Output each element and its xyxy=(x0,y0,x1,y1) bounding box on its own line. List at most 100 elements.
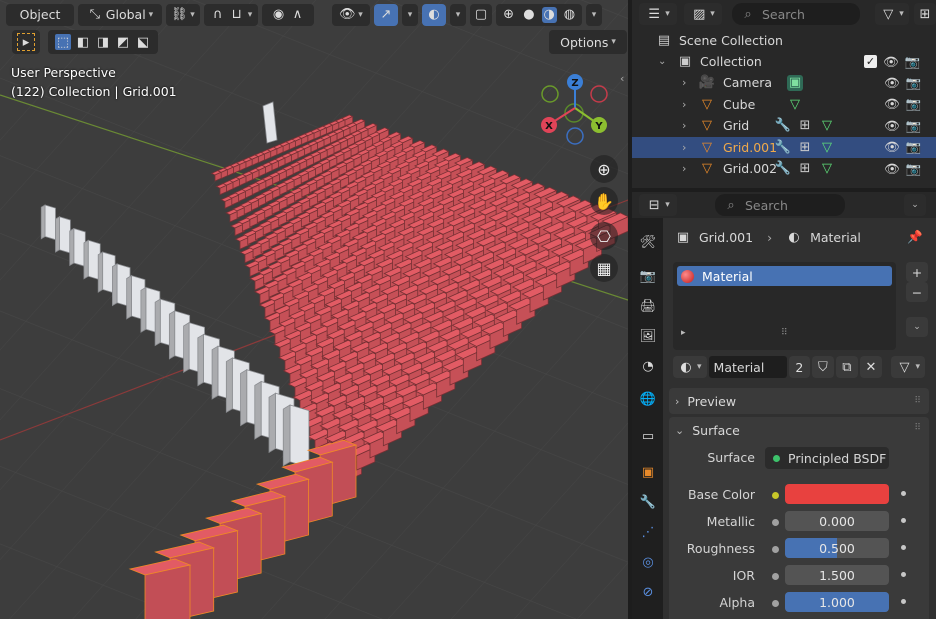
pin-icon[interactable]: 📌 xyxy=(907,229,923,245)
float-socket-icon[interactable] xyxy=(772,573,779,580)
rendered-icon[interactable]: ◍ xyxy=(562,7,577,23)
keyframe-dot-icon[interactable] xyxy=(901,545,906,550)
navigation-gizmo[interactable]: Z Y X xyxy=(538,70,618,150)
resize-handle-icon[interactable]: ⠿ xyxy=(781,328,788,338)
camera-render-icon[interactable]: 📷 xyxy=(906,139,922,155)
view-layer-tab-icon[interactable]: 🖼 xyxy=(637,325,659,347)
output-tab-icon[interactable]: 🖨 xyxy=(637,295,659,317)
eye-icon[interactable]: 👁 xyxy=(884,96,900,112)
drag-handle-icon[interactable]: ⠿ xyxy=(914,396,921,406)
select-subtract-icon[interactable]: ◨ xyxy=(95,34,111,50)
scene-tab-icon[interactable]: ◔ xyxy=(637,355,659,377)
eye-icon[interactable]: 👁 xyxy=(884,161,900,177)
select-extend-icon[interactable]: ◧ xyxy=(75,34,91,50)
material-name-field[interactable]: Material xyxy=(708,356,787,378)
mesh-data-icon[interactable]: ▽ xyxy=(819,139,835,155)
eye-icon[interactable]: 👁 xyxy=(883,54,899,70)
material-slots-list[interactable]: Material ▸ ⠿ xyxy=(673,262,896,350)
checkbox-icon[interactable]: ✓ xyxy=(864,55,877,68)
float-socket-icon[interactable] xyxy=(772,600,779,607)
expand-arrow-icon[interactable]: ▸ xyxy=(681,328,686,338)
eye-icon[interactable]: 👁 xyxy=(884,75,900,91)
pivot-dropdown[interactable]: ⛓ ▾ xyxy=(166,3,200,26)
add-slot-button[interactable]: + xyxy=(906,262,928,282)
preview-panel-header[interactable]: › Preview ⠿ xyxy=(669,388,929,414)
new-collection-button[interactable]: ⊞ xyxy=(914,3,936,25)
camera-render-icon[interactable]: 📷 xyxy=(906,96,922,112)
material-preview-icon[interactable]: ◑ xyxy=(541,6,557,23)
gizmo-dropdown[interactable]: ▾ xyxy=(402,3,418,26)
shading-modes[interactable]: ⊕ ● ◑ ◍ xyxy=(496,3,582,26)
snap-toggle[interactable]: ∩ ⊔ ▾ xyxy=(204,3,258,26)
outliner-row-object[interactable]: › ▽ Grid.002 🔧 ⊞ ▽ 👁 📷 xyxy=(632,158,936,179)
overlays-toggle[interactable]: ◐ xyxy=(422,3,446,26)
surface-panel-header[interactable]: ⌄ Surface xyxy=(675,417,740,443)
outliner-row-object[interactable]: › ▽ Grid.001 🔧 ⊞ ▽ 👁 📷 xyxy=(632,136,936,158)
chevron-right-icon[interactable]: › xyxy=(682,76,686,89)
chevron-right-icon[interactable]: › xyxy=(682,162,686,175)
chevron-right-icon[interactable]: › xyxy=(682,119,686,132)
keyframe-dot-icon[interactable] xyxy=(901,599,906,604)
camera-view-icon[interactable]: ⎔ xyxy=(590,222,618,250)
collapse-sidebar-icon[interactable]: ‹ xyxy=(620,72,624,85)
shading-dropdown[interactable]: ▾ xyxy=(586,3,602,26)
mode-selector[interactable]: Object xyxy=(6,3,74,26)
remove-slot-button[interactable]: − xyxy=(906,282,928,302)
properties-search-input[interactable]: ⌕ Search xyxy=(715,194,845,216)
float-socket-icon[interactable] xyxy=(772,519,779,526)
camera-render-icon[interactable]: 📷 xyxy=(906,161,922,177)
camera-render-icon[interactable]: 📷 xyxy=(906,118,922,134)
filter-dropdown[interactable]: ▽ ▾ xyxy=(875,3,909,25)
browse-material-button[interactable]: ◐ ▾ xyxy=(673,356,707,378)
select-new-icon[interactable]: ⬚ xyxy=(55,34,71,50)
camera-data-icon[interactable]: ▣ xyxy=(787,74,803,91)
solid-shading-icon[interactable]: ● xyxy=(521,7,536,23)
3d-viewport[interactable]: Object ⤡ Global ▾ ⛓ ▾ ∩ ⊔ ▾ ◉ ∧ 👁 ▾ ↗ ▾ ◐ ▾ ▢ ⊕… xyxy=(0,0,628,619)
keyframe-dot-icon[interactable] xyxy=(901,491,906,496)
modifier-wrench-icon[interactable]: 🔧 xyxy=(775,118,791,134)
particles-tab-icon[interactable]: ⋰ xyxy=(637,521,659,543)
outliner-row-object[interactable]: › ▽ Cube ▽ 👁 📷 xyxy=(632,94,936,115)
gizmo-toggle[interactable]: ↗ xyxy=(374,3,398,26)
hand-pan-icon[interactable]: ✋ xyxy=(590,187,618,215)
outliner-row-object[interactable]: › 🎥 Camera ▣ 👁 📷 xyxy=(632,72,936,93)
material-slot-item[interactable]: Material xyxy=(677,266,892,286)
options-dropdown[interactable]: Options ▾ xyxy=(549,30,627,54)
gizmo-neg-x[interactable] xyxy=(590,85,608,103)
eye-icon[interactable]: 👁 xyxy=(884,139,900,155)
metallic-field[interactable]: 0.000 xyxy=(785,511,889,531)
perspective-grid-icon[interactable]: ▦ xyxy=(590,254,618,282)
gizmo-neg-z[interactable] xyxy=(566,127,584,145)
wireframe-icon[interactable]: ⊕ xyxy=(501,7,516,23)
unlink-material-button[interactable]: ✕ xyxy=(859,356,882,378)
options-dropdown[interactable]: ⌄ xyxy=(904,194,926,216)
physics-tab-icon[interactable]: ◎ xyxy=(637,551,659,573)
link-mode-dropdown[interactable]: ▽ ▾ xyxy=(891,356,925,378)
gizmo-neg-y-2[interactable] xyxy=(541,85,559,103)
editor-type-dropdown[interactable]: ⊟ ▾ xyxy=(639,194,677,216)
surface-shader-selector[interactable]: Principled BSDF xyxy=(765,447,889,469)
keyframe-dot-icon[interactable] xyxy=(901,518,906,523)
outliner-row-object[interactable]: › ▽ Grid 🔧 ⊞ ▽ 👁 📷 xyxy=(632,115,936,136)
modifier-wrench-icon[interactable]: 🔧 xyxy=(775,161,791,177)
slot-specials-dropdown[interactable]: ⌄ xyxy=(906,317,928,337)
eye-icon[interactable]: 👁 xyxy=(884,118,900,134)
camera-render-icon[interactable]: 📷 xyxy=(905,54,921,70)
geometry-nodes-icon[interactable]: ⊞ xyxy=(797,161,813,177)
constraints-tab-icon[interactable]: ⊘ xyxy=(637,581,659,603)
tool-tab-icon[interactable]: 🛠 xyxy=(637,231,659,253)
float-socket-icon[interactable] xyxy=(772,546,779,553)
geometry-nodes-icon[interactable]: ⊞ xyxy=(797,118,813,134)
chevron-down-icon[interactable]: ⌄ xyxy=(658,56,666,67)
select-tool-button[interactable]: ▸ xyxy=(12,30,40,54)
overlays-dropdown[interactable]: ▾ xyxy=(450,3,466,26)
object-tab-icon[interactable]: ▣ xyxy=(637,461,659,483)
roughness-slider[interactable]: 0.500 xyxy=(785,538,889,558)
display-mode-dropdown[interactable]: ▨ ▾ xyxy=(684,3,722,25)
modifier-wrench-icon[interactable]: 🔧 xyxy=(775,139,791,155)
geometry-nodes-icon[interactable]: ⊞ xyxy=(797,139,813,155)
chevron-right-icon[interactable]: › xyxy=(682,98,686,111)
zoom-icon[interactable]: ⊕ xyxy=(590,155,618,183)
outliner-row-collection[interactable]: ⌄ ▣ Collection ✓ 👁 📷 xyxy=(632,51,936,72)
duplicate-material-button[interactable]: ⧉ xyxy=(835,356,858,378)
